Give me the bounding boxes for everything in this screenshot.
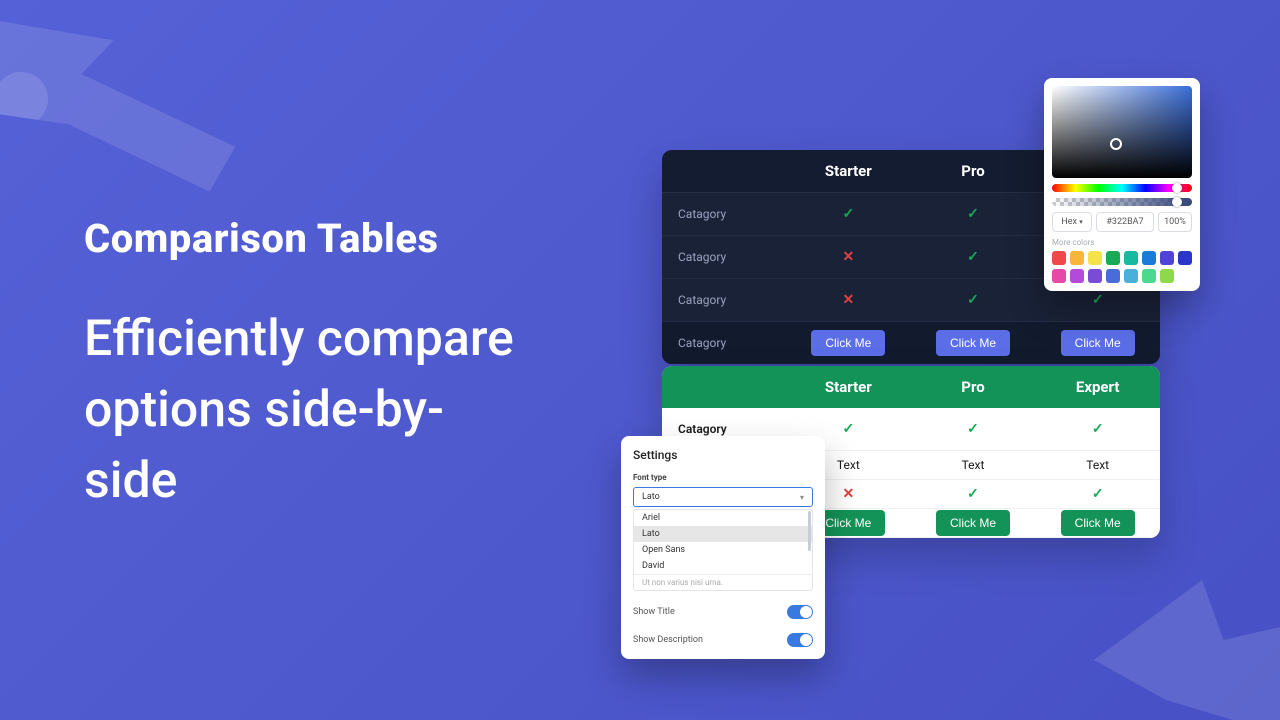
more-colors-label: More colors <box>1052 238 1192 247</box>
check-icon: ✓ <box>967 486 979 502</box>
column-header: Starter <box>786 366 911 408</box>
color-swatch[interactable] <box>1124 269 1138 283</box>
show-title-label: Show Title <box>633 607 675 617</box>
font-option[interactable]: Ariel <box>634 510 812 526</box>
cross-icon: ✕ <box>842 249 854 265</box>
color-swatch[interactable] <box>1052 251 1066 265</box>
color-swatch[interactable] <box>1106 251 1120 265</box>
placeholder-text: Ut non varius nisi urna. <box>634 574 812 590</box>
chevron-down-icon: ▾ <box>800 493 804 502</box>
check-icon: ✓ <box>967 206 979 222</box>
settings-panel: Settings Font type Lato ▾ Ariel Lato Ope… <box>621 436 825 659</box>
check-icon: ✓ <box>1092 292 1104 308</box>
cta-button[interactable]: Click Me <box>1061 330 1135 356</box>
column-header: Starter <box>786 150 911 192</box>
color-swatch[interactable] <box>1088 269 1102 283</box>
check-icon: ✓ <box>967 249 979 265</box>
column-header: Pro <box>911 366 1036 408</box>
row-label: Catagory <box>662 322 786 364</box>
color-swatch[interactable] <box>1160 269 1174 283</box>
font-type-label: Font type <box>633 473 667 482</box>
color-swatch[interactable] <box>1178 251 1192 265</box>
settings-title: Settings <box>633 448 813 462</box>
color-mode-select[interactable]: Hex ▾ <box>1052 212 1092 232</box>
scrollbar[interactable] <box>808 511 811 551</box>
color-swatch[interactable] <box>1106 269 1120 283</box>
cell-text: Text <box>1035 451 1160 479</box>
color-swatch[interactable] <box>1124 251 1138 265</box>
cross-icon: ✕ <box>842 292 854 308</box>
font-option[interactable]: Open Sans <box>634 542 812 558</box>
row-label: Catagory <box>662 236 786 278</box>
cta-button[interactable]: Click Me <box>936 330 1010 356</box>
alpha-slider[interactable] <box>1052 198 1192 206</box>
cta-button[interactable]: Click Me <box>1061 510 1135 536</box>
color-swatch[interactable] <box>1142 251 1156 265</box>
font-option[interactable]: Lato <box>634 526 812 542</box>
color-swatch[interactable] <box>1070 269 1084 283</box>
row-label: Catagory <box>662 193 786 235</box>
hero: Comparison Tables Efficiently compare op… <box>84 215 524 517</box>
show-description-toggle[interactable] <box>787 633 813 647</box>
cta-button[interactable]: Click Me <box>936 510 1010 536</box>
show-title-toggle[interactable] <box>787 605 813 619</box>
check-icon: ✓ <box>1092 486 1104 502</box>
color-picker: Hex ▾ #322BA7 100% More colors <box>1044 78 1200 291</box>
slider-knob[interactable] <box>1172 183 1182 193</box>
color-swatch[interactable] <box>1052 269 1066 283</box>
alpha-input[interactable]: 100% <box>1158 212 1192 232</box>
font-select[interactable]: Lato ▾ <box>633 487 813 507</box>
chevron-down-icon: ▾ <box>1079 218 1083 226</box>
column-header: Expert <box>1035 366 1160 408</box>
color-swatch[interactable] <box>1088 251 1102 265</box>
font-option[interactable]: David <box>634 558 812 574</box>
hue-slider[interactable] <box>1052 184 1192 192</box>
page-subtitle: Efficiently compare options side-by-side <box>84 304 524 517</box>
cta-button[interactable]: Click Me <box>811 330 885 356</box>
color-swatches <box>1052 251 1192 283</box>
check-icon: ✓ <box>1092 421 1104 437</box>
bg-decoration <box>1070 560 1280 720</box>
check-icon: ✓ <box>967 421 979 437</box>
color-gradient[interactable] <box>1052 86 1192 178</box>
page-title: Comparison Tables <box>84 215 524 262</box>
color-swatch[interactable] <box>1070 251 1084 265</box>
row-label: Catagory <box>662 279 786 321</box>
cross-icon: ✕ <box>842 486 854 502</box>
font-options-dropdown: Ariel Lato Open Sans David Ut non varius… <box>633 509 813 591</box>
color-cursor-icon[interactable] <box>1110 138 1122 150</box>
slider-knob[interactable] <box>1172 197 1182 207</box>
column-header: Pro <box>911 150 1036 192</box>
show-description-label: Show Description <box>633 635 703 645</box>
check-icon: ✓ <box>967 292 979 308</box>
color-swatch[interactable] <box>1160 251 1174 265</box>
check-icon: ✓ <box>842 421 854 437</box>
color-swatch[interactable] <box>1142 269 1156 283</box>
hex-input[interactable]: #322BA7 <box>1096 212 1154 232</box>
cell-text: Text <box>911 451 1036 479</box>
check-icon: ✓ <box>842 206 854 222</box>
